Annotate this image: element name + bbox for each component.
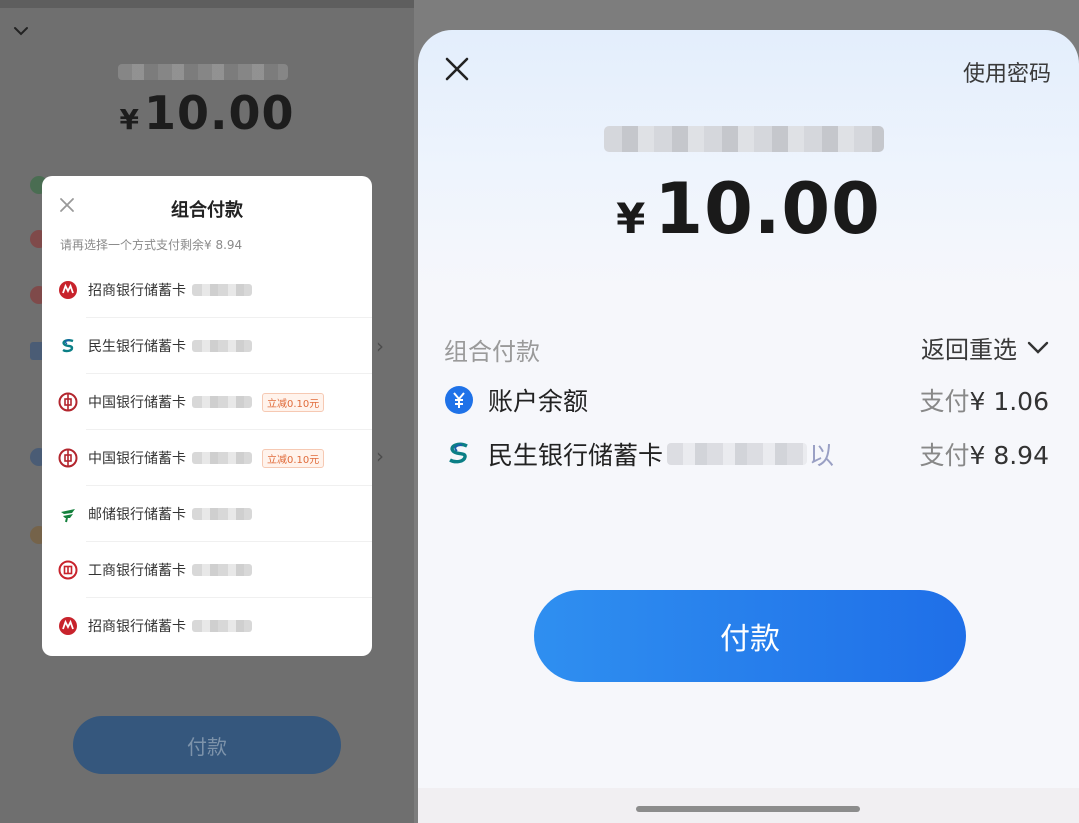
card-number-redacted [192,620,252,632]
cmbc-logo-icon [62,339,74,353]
amount-value: 10.00 [143,86,295,140]
bank-option[interactable]: 中国银行储蓄卡 立减0.10元 [42,430,372,486]
bank-name: 中国银行储蓄卡 [88,451,186,467]
amount-value: 10.00 [654,168,881,250]
cmb-logo-icon [59,617,77,635]
payment-sheet: 使用密码 ¥10.00 组合付款 返回重选 账户余额 支付¥ 1.06 民生银行… [418,30,1079,823]
cmbc-logo-icon [449,442,468,464]
top-bar [0,0,414,8]
payment-amount: ¥10.00 [0,86,414,140]
card-number-redacted [192,564,252,576]
reselect-label: 返回重选 [921,336,1017,364]
chevron-right-icon: › [376,444,384,468]
left-panel: ¥10.00 › › 付款 组合付款 请再选择一个方式支付剩余¥ 8.94 招商… [0,0,414,823]
pay-button[interactable]: 付款 [73,716,341,774]
card-number-redacted [192,508,252,520]
merchant-name-redacted [604,126,884,152]
card-number-redacted [192,396,252,408]
bank-name: 民生银行储蓄卡 [88,339,186,355]
bank-option[interactable]: 邮储银行储蓄卡 [42,486,372,542]
close-icon[interactable] [444,56,470,82]
payment-source-name: 账户余额 [488,387,589,416]
pay-label: 支付 [919,387,970,416]
boc-logo-icon [58,392,78,412]
payment-amount: ¥10.00 [418,168,1079,250]
modal-hint: 请再选择一个方式支付剩余¥ 8.94 [60,238,243,252]
card-number-redacted [192,340,252,352]
reselect-button[interactable]: 返回重选 [921,330,1049,365]
boc-logo-icon [58,448,78,468]
cmb-logo-icon [59,281,77,299]
bank-name: 招商银行储蓄卡 [88,619,186,635]
use-password-link[interactable]: 使用密码 [963,56,1051,88]
payment-source-amount: 支付¥ 8.94 [919,436,1049,472]
pay-amount: ¥ 1.06 [969,387,1049,416]
card-number-redacted [192,452,252,464]
bank-option[interactable]: 招商银行储蓄卡 [42,598,372,654]
card-suffix: 以 [809,441,835,470]
bank-name: 中国银行储蓄卡 [88,395,186,411]
payment-source-row: 民生银行储蓄卡 以 支付¥ 8.94 [444,434,1049,474]
bank-option[interactable]: 工商银行储蓄卡 [42,542,372,598]
bank-name: 招商银行储蓄卡 [88,283,186,299]
pay-button[interactable]: 付款 [534,590,966,682]
pay-label: 支付 [919,441,970,470]
bank-name: 工商银行储蓄卡 [88,563,186,579]
chevron-right-icon: › [376,334,384,358]
modal-title: 组合付款 [171,200,243,221]
bank-option[interactable]: 招商银行储蓄卡 [42,262,372,318]
balance-yen-icon [445,386,473,414]
bank-name: 邮储银行储蓄卡 [88,507,186,523]
currency-symbol: ¥ [119,103,140,136]
payment-source-name: 民生银行储蓄卡 [488,441,664,470]
payment-source-amount: 支付¥ 1.06 [919,382,1049,418]
combined-payment-label: 组合付款 [444,338,540,366]
psbc-logo-icon [61,509,75,523]
screenshot: ¥10.00 › › 付款 组合付款 请再选择一个方式支付剩余¥ 8.94 招商… [0,0,1079,823]
pay-amount: ¥ 8.94 [969,441,1049,470]
chevron-down-icon [1027,341,1049,354]
icbc-logo-icon [58,560,78,580]
currency-symbol: ¥ [616,194,647,243]
promo-badge: 立减0.10元 [262,448,325,468]
right-panel: 使用密码 ¥10.00 组合付款 返回重选 账户余额 支付¥ 1.06 民生银行… [414,0,1079,823]
card-number-redacted [667,443,808,465]
merchant-name-redacted [118,64,288,80]
combined-payment-modal: 组合付款 请再选择一个方式支付剩余¥ 8.94 招商银行储蓄卡 民生银行储蓄卡 … [42,176,372,656]
card-number-redacted [192,284,252,296]
chevron-down-icon[interactable] [12,22,30,40]
bank-option[interactable]: 中国银行储蓄卡 立减0.10元 [42,374,372,430]
bank-option[interactable]: 民生银行储蓄卡 [42,318,372,374]
promo-badge: 立减0.10元 [262,392,325,412]
home-indicator[interactable] [636,806,860,812]
payment-source-row: 账户余额 支付¥ 1.06 [444,380,1049,420]
